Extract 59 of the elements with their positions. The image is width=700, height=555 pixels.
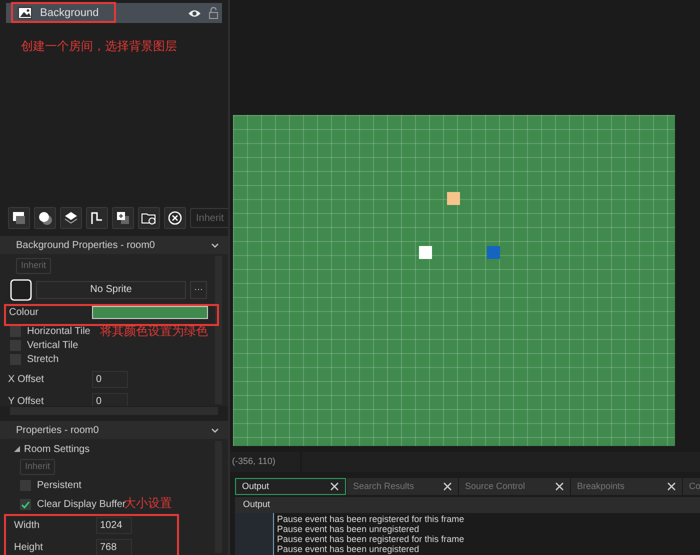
tab[interactable]: Output [235,478,346,495]
toolbar-button[interactable] [112,207,134,229]
log-line: Pause event has been unregistered [277,524,420,534]
checkbox-label: Stretch [27,353,59,367]
chevron-down-icon [210,426,220,434]
sprite-select[interactable]: No Sprite [36,280,186,298]
toolbar-button[interactable] [8,207,30,229]
add-layer-icon [115,210,131,226]
input-field[interactable]: 768 [96,539,132,555]
sprite-menu-button[interactable]: ··· [190,280,207,298]
panel-header: Output [235,497,700,513]
toolbar-button[interactable] [164,207,186,229]
image-icon [18,7,32,19]
annotation-text: 创建一个房间，选择背景图层 [20,38,178,55]
panel-header[interactable]: Properties - room0 [0,421,228,439]
close-icon [667,482,676,491]
log-line: Pause event has been unregistered [277,544,420,554]
checkbox[interactable] [10,326,21,337]
close-icon [443,482,452,491]
field-label: X Offset [8,373,45,387]
field-label: Width [14,519,41,533]
close-icon [330,482,339,491]
path-icon [89,210,105,226]
checkbox-label: Vertical Tile [27,339,78,353]
sprite-preview-icon [10,278,32,300]
delete-icon [167,210,183,226]
toolbar-button[interactable] [86,207,108,229]
checkbox-label: Horizontal Tile [27,325,90,339]
toolbar-button[interactable] [138,207,160,229]
field-label: Height [14,541,44,555]
gutter [235,513,274,555]
eye-icon [188,8,201,18]
padlock-icon [209,7,218,19]
annotation-text: 大小设置 [124,494,172,512]
layer-name: Background [40,6,99,21]
image-icon [11,210,27,226]
checkbox[interactable] [20,499,31,510]
checkbox-label: Persistent [37,479,82,493]
circles-icon [37,210,53,226]
colour-swatch[interactable] [92,306,208,318]
log-line: Pause event has been registered for this frame [277,534,464,544]
input-field[interactable]: 0 [92,371,128,388]
layers-icon [63,210,79,226]
close-icon [555,482,564,491]
input-field[interactable]: 0 [92,393,128,406]
toolbar-button[interactable] [60,207,82,229]
coordinates: (-356, 110) [230,452,300,472]
chevron-down-icon [210,240,220,250]
input-field[interactable]: 1024 [96,517,132,534]
checkbox-label: Clear Display Buffer [37,499,126,512]
panel-header[interactable]: Background Properties - room0 [0,236,228,254]
layer-row[interactable]: Background [6,3,222,23]
triangle-down-icon [14,446,20,452]
log-line: Pause event has been registered for this frame [277,514,464,524]
section-toggle[interactable]: Room Settings [14,442,212,456]
field-label: Colour [8,306,40,320]
field-label: Y Offset [8,395,45,406]
toolbar-button[interactable] [34,207,56,229]
scrollbar[interactable] [215,256,222,404]
